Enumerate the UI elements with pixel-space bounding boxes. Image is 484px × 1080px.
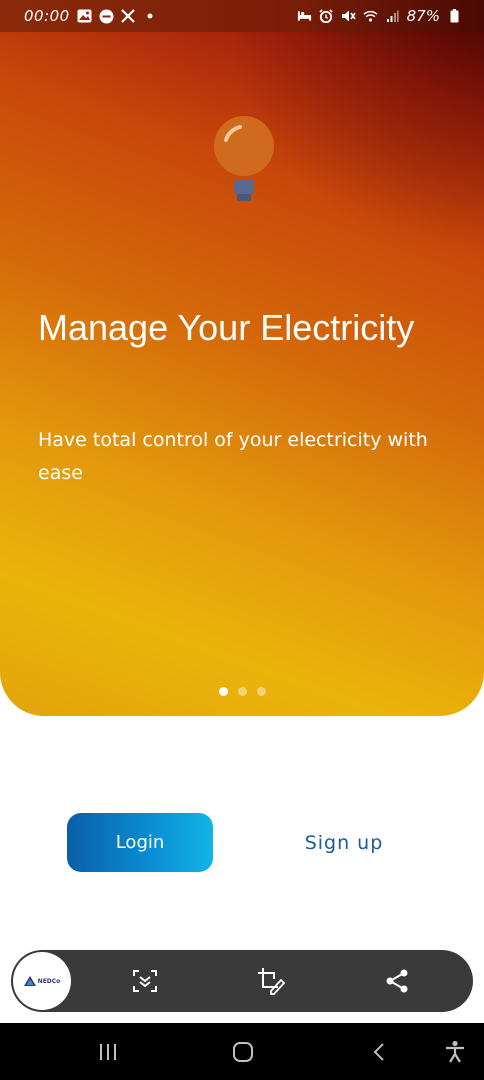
wifi-icon: [363, 9, 378, 24]
hero-banner: Manage Your Electricity Have total contr…: [0, 0, 484, 716]
hero-subtitle: Have total control of your electricity w…: [38, 429, 428, 484]
scroll-capture-icon[interactable]: [127, 963, 163, 999]
accessibility-icon[interactable]: [440, 1037, 470, 1067]
do-not-disturb-icon: [99, 9, 114, 24]
hero-title: Manage Your Electricity: [38, 307, 415, 348]
pagination-dot[interactable]: [237, 687, 247, 696]
status-bar: 00:00 87%: [0, 0, 484, 32]
home-icon[interactable]: [228, 1037, 258, 1067]
hero-shade: [0, 0, 484, 716]
gallery-icon: [77, 9, 92, 24]
pagination-dot[interactable]: [256, 687, 266, 696]
signup-link[interactable]: Sign up: [296, 826, 392, 860]
status-time: 00:00: [24, 7, 70, 25]
navigation-bar: [0, 1023, 484, 1080]
pagination-dot-active[interactable]: [218, 687, 228, 696]
status-right: 87%: [297, 7, 462, 25]
thumbnail-text: NEDCo: [37, 977, 61, 985]
signal-icon: [385, 9, 400, 24]
mute-icon: [341, 9, 356, 24]
carousel-pagination: [0, 687, 484, 696]
triangle-logo-icon: [23, 976, 36, 986]
back-icon[interactable]: [364, 1037, 394, 1067]
bed-icon: [297, 9, 312, 24]
status-left: 00:00: [24, 7, 158, 25]
thumbnail-logo: NEDCo: [23, 976, 61, 986]
battery-icon: [447, 9, 462, 24]
alarm-icon: [319, 9, 334, 24]
login-button[interactable]: Login: [67, 813, 213, 872]
x-logo-icon: [121, 9, 136, 24]
onboarding-screen: Manage Your Electricity Have total contr…: [0, 0, 484, 1080]
battery-percentage: 87%: [406, 7, 440, 25]
share-icon[interactable]: [379, 963, 415, 999]
lightbulb-icon: [214, 116, 274, 201]
recent-apps-icon[interactable]: [93, 1037, 123, 1067]
capture-toolbar: NEDCo: [11, 950, 473, 1012]
crop-edit-icon[interactable]: [253, 963, 289, 999]
screenshot-thumbnail[interactable]: NEDCo: [13, 952, 71, 1010]
notification-dot-icon: [143, 9, 158, 24]
